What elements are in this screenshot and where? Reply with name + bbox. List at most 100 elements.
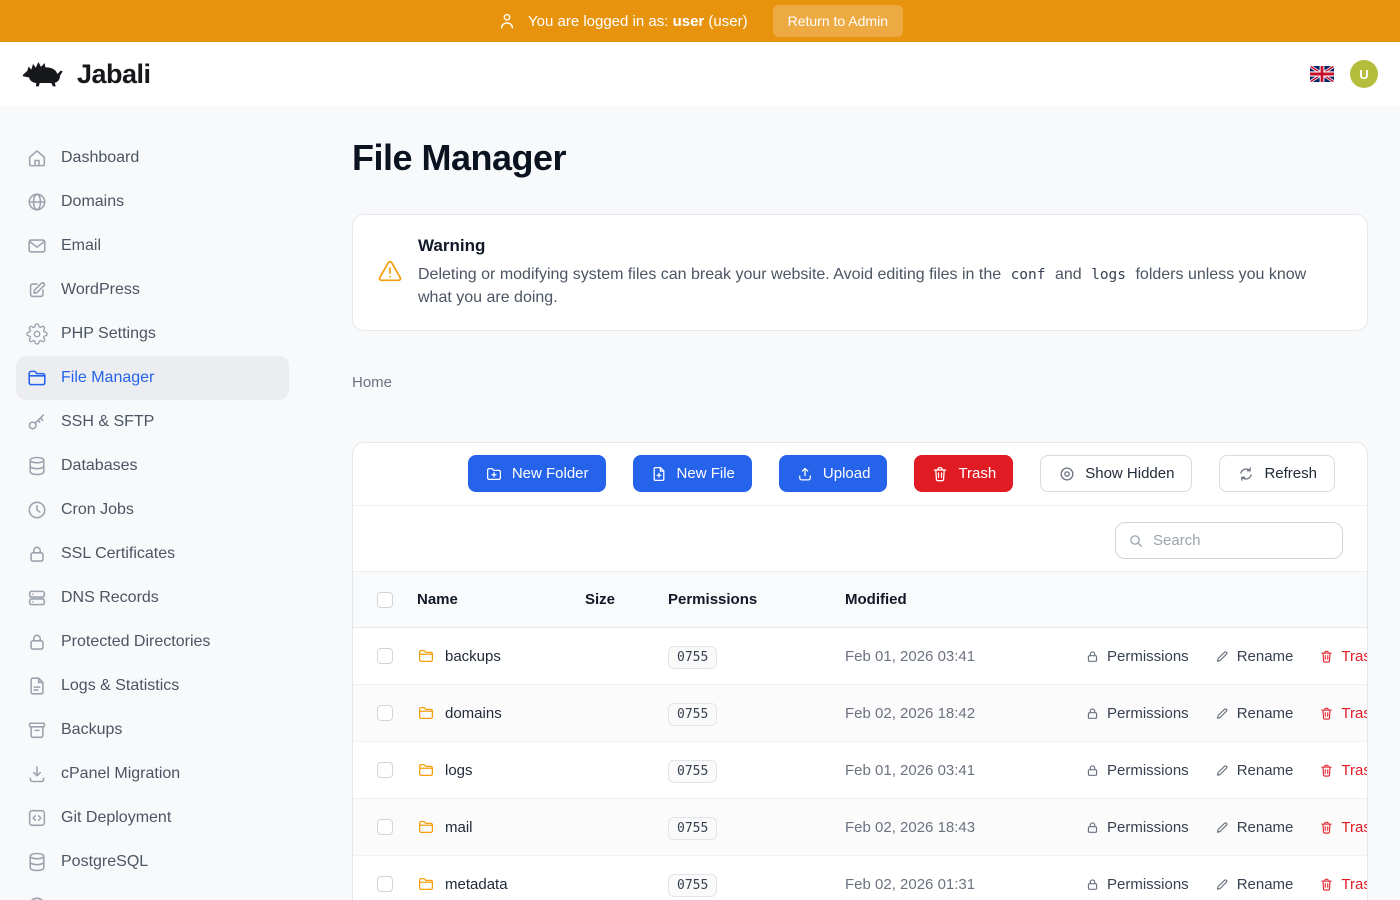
sidebar-item-postgresql[interactable]: PostgreSQL — [16, 840, 289, 884]
search-row — [353, 506, 1367, 572]
file-name[interactable]: mail — [445, 819, 473, 836]
permissions-action[interactable]: Permissions — [1085, 762, 1189, 779]
trash-icon — [931, 465, 949, 483]
sidebar-item-ssl-certificates[interactable]: SSL Certificates — [16, 532, 289, 576]
server-icon — [26, 587, 48, 609]
rename-action[interactable]: Rename — [1215, 819, 1294, 836]
trash-button[interactable]: Trash — [914, 455, 1013, 492]
trash-action[interactable]: Trash — [1319, 876, 1368, 893]
sidebar-item-php-settings[interactable]: PHP Settings — [16, 312, 289, 356]
trash-action[interactable]: Trash — [1319, 648, 1368, 665]
upload-button[interactable]: Upload — [779, 455, 888, 492]
sidebar-item-protected-directories[interactable]: Protected Directories — [16, 620, 289, 664]
refresh-icon — [1237, 465, 1255, 483]
rename-action[interactable]: Rename — [1215, 762, 1294, 779]
uk-flag-icon[interactable] — [1310, 66, 1334, 82]
return-to-admin-button[interactable]: Return to Admin — [773, 5, 903, 37]
modified-date: Feb 02, 2026 18:43 — [845, 819, 1085, 836]
brand-name: Jabali — [77, 59, 151, 90]
search-input[interactable] — [1153, 532, 1330, 549]
select-all-checkbox[interactable] — [377, 592, 393, 608]
trash-action[interactable]: Trash — [1319, 819, 1368, 836]
sidebar-item-cpanel-migration[interactable]: cPanel Migration — [16, 752, 289, 796]
column-name: Name — [417, 591, 585, 608]
mail-icon — [26, 235, 48, 257]
permissions-action[interactable]: Permissions — [1085, 876, 1189, 893]
permissions-action[interactable]: Permissions — [1085, 648, 1189, 665]
sidebar-item-dashboard[interactable]: Dashboard — [16, 136, 289, 180]
trash-action[interactable]: Trash — [1319, 705, 1368, 722]
file-name[interactable]: metadata — [445, 876, 508, 893]
show-hidden-button[interactable]: Show Hidden — [1040, 455, 1192, 492]
table-row: mail 0755 Feb 02, 2026 18:43 Permissions… — [353, 799, 1367, 856]
person-icon — [497, 11, 517, 31]
table-row: logs 0755 Feb 01, 2026 03:41 Permissions… — [353, 742, 1367, 799]
row-checkbox[interactable] — [377, 762, 393, 778]
search-box — [1115, 522, 1343, 559]
banner-message: You are logged in as: user (user) — [528, 13, 748, 30]
rename-action[interactable]: Rename — [1215, 876, 1294, 893]
row-checkbox[interactable] — [377, 819, 393, 835]
trash-icon — [1319, 706, 1334, 721]
sidebar-item-dns-records[interactable]: DNS Records — [16, 576, 289, 620]
file-name[interactable]: logs — [445, 762, 473, 779]
folder-icon — [417, 704, 435, 722]
home-icon — [26, 147, 48, 169]
refresh-button[interactable]: Refresh — [1219, 455, 1335, 492]
new-folder-button[interactable]: New Folder — [468, 455, 606, 492]
folder-plus-icon — [485, 465, 503, 483]
column-permissions: Permissions — [668, 591, 845, 608]
sidebar-item-domains[interactable]: Domains — [16, 180, 289, 224]
sidebar-item-ssh-sftp[interactable]: SSH & SFTP — [16, 400, 289, 444]
trash-action[interactable]: Trash — [1319, 762, 1368, 779]
rename-action[interactable]: Rename — [1215, 705, 1294, 722]
lock-icon — [1085, 877, 1100, 892]
breadcrumb[interactable]: Home — [352, 374, 1368, 391]
warning-title: Warning — [418, 236, 1343, 256]
sidebar-item-cron-jobs[interactable]: Cron Jobs — [16, 488, 289, 532]
sidebar-item-databases[interactable]: Databases — [16, 444, 289, 488]
permissions-badge: 0755 — [668, 817, 717, 840]
sidebar-item-partial[interactable] — [16, 884, 289, 900]
folder-icon — [417, 818, 435, 836]
edit-icon — [26, 279, 48, 301]
modified-date: Feb 02, 2026 18:42 — [845, 705, 1085, 722]
code-icon — [26, 807, 48, 829]
rename-action[interactable]: Rename — [1215, 648, 1294, 665]
lock-icon — [1085, 706, 1100, 721]
boar-logo-icon — [22, 58, 68, 90]
table-row: metadata 0755 Feb 02, 2026 01:31 Permiss… — [353, 856, 1367, 900]
file-name[interactable]: domains — [445, 705, 502, 722]
archive-icon — [26, 719, 48, 741]
sidebar-item-logs-statistics[interactable]: Logs & Statistics — [16, 664, 289, 708]
lock-icon — [26, 543, 48, 565]
permissions-action[interactable]: Permissions — [1085, 705, 1189, 722]
user-avatar[interactable]: U — [1350, 60, 1378, 88]
row-checkbox[interactable] — [377, 876, 393, 892]
row-checkbox[interactable] — [377, 648, 393, 664]
eye-icon — [1058, 465, 1076, 483]
sidebar-item-email[interactable]: Email — [16, 224, 289, 268]
banner-username: user — [673, 13, 705, 30]
sidebar-item-backups[interactable]: Backups — [16, 708, 289, 752]
warning-text: Deleting or modifying system files can b… — [418, 263, 1343, 309]
permissions-badge: 0755 — [668, 874, 717, 897]
sidebar: Dashboard Domains Email WordPress PHP Se… — [0, 106, 305, 900]
database-icon — [26, 455, 48, 477]
sidebar-item-file-manager[interactable]: File Manager — [16, 356, 289, 400]
trash-icon — [1319, 820, 1334, 835]
new-file-button[interactable]: New File — [633, 455, 752, 492]
column-size: Size — [585, 591, 668, 608]
file-name[interactable]: backups — [445, 648, 501, 665]
permissions-badge: 0755 — [668, 760, 717, 783]
sidebar-item-git-deployment[interactable]: Git Deployment — [16, 796, 289, 840]
key-icon — [26, 411, 48, 433]
pencil-icon — [1215, 763, 1230, 778]
folder-icon — [417, 761, 435, 779]
sidebar-item-wordpress[interactable]: WordPress — [16, 268, 289, 312]
lock-icon — [1085, 820, 1100, 835]
table-row: domains 0755 Feb 02, 2026 18:42 Permissi… — [353, 685, 1367, 742]
permissions-action[interactable]: Permissions — [1085, 819, 1189, 836]
row-checkbox[interactable] — [377, 705, 393, 721]
brand[interactable]: Jabali — [22, 58, 151, 90]
